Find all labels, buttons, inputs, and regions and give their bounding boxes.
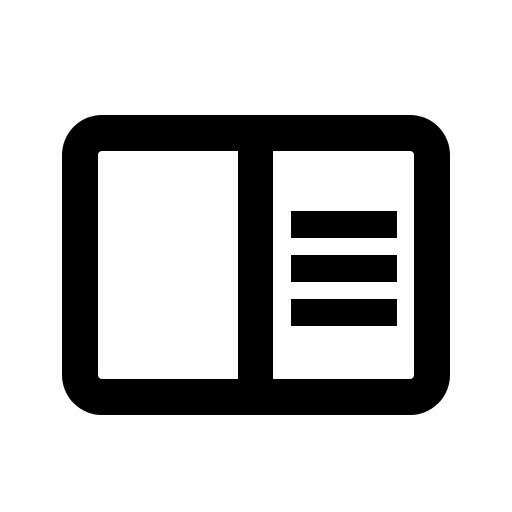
icon-canvas <box>0 0 512 512</box>
book-open-with-text-icon <box>62 115 450 415</box>
text-line-3 <box>291 299 397 326</box>
text-line-1 <box>291 211 397 238</box>
text-line-2 <box>291 255 397 282</box>
book-spine <box>238 133 273 397</box>
